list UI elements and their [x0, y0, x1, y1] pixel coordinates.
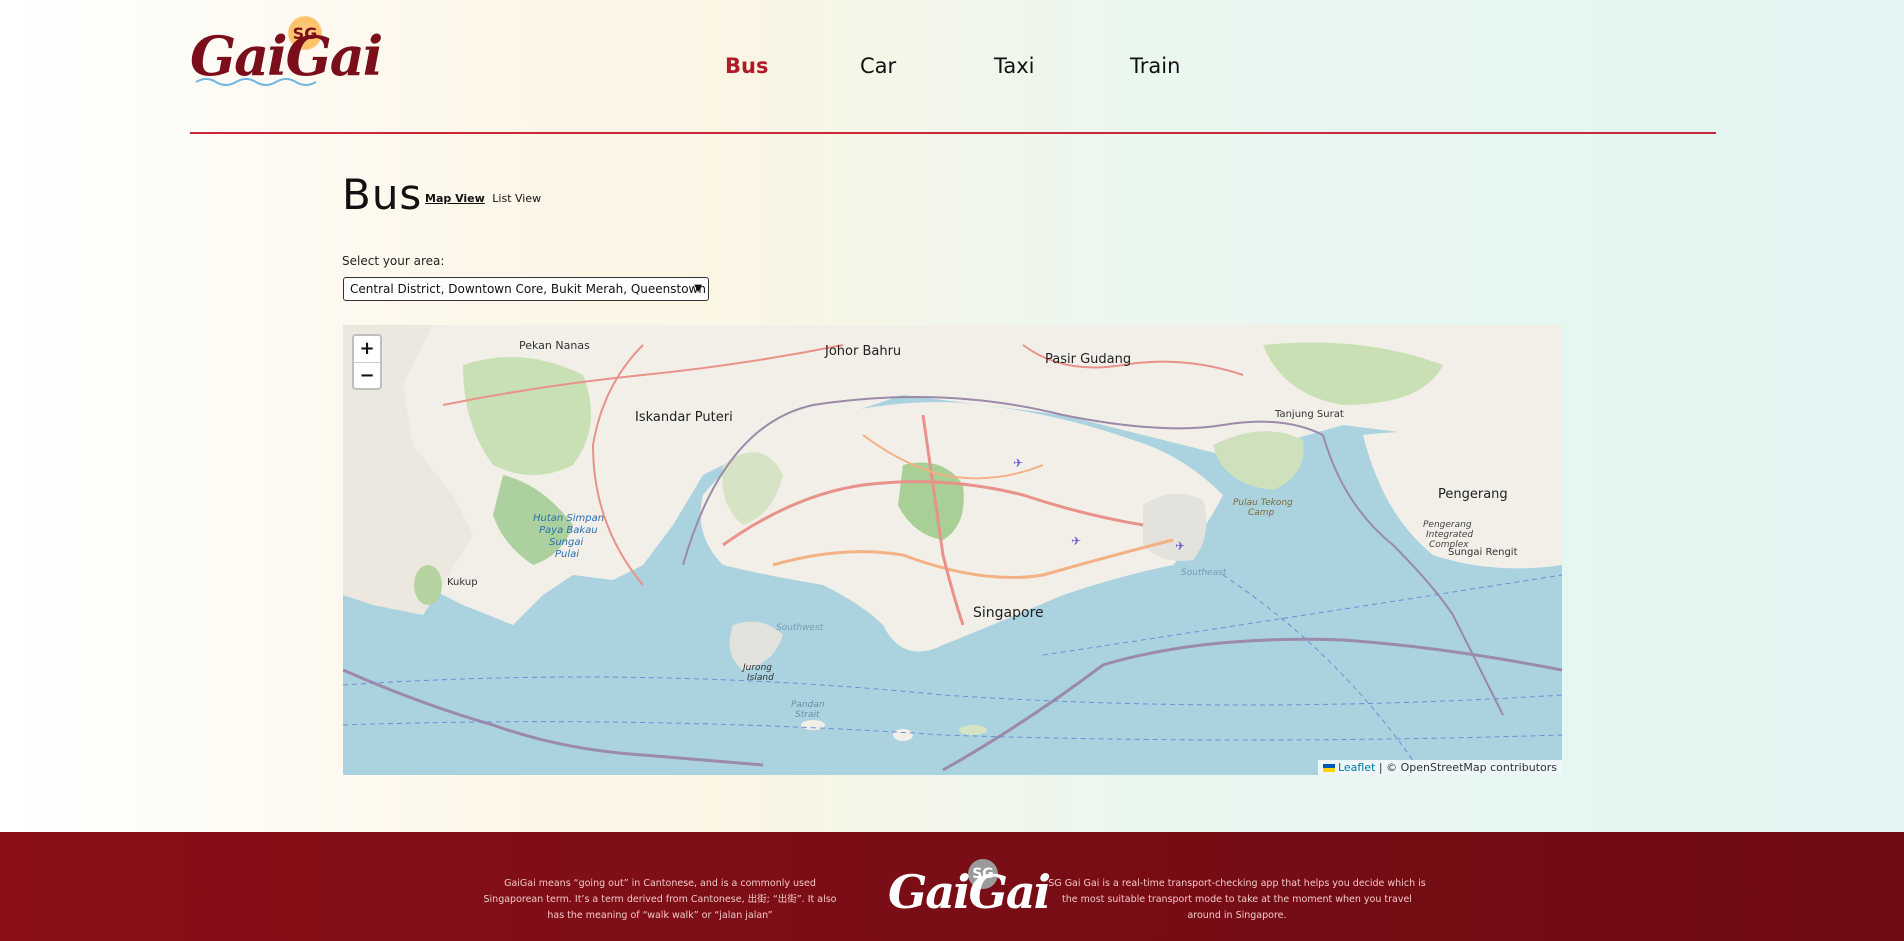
- zoom-in-button[interactable]: +: [354, 336, 380, 362]
- nav-item-car[interactable]: Car: [860, 54, 896, 78]
- area-select-value: Central District, Downtown Core, Bukit M…: [350, 282, 706, 296]
- leaflet-link[interactable]: Leaflet: [1338, 761, 1375, 774]
- footer-logo-wordmark: GaiGai: [888, 865, 1051, 919]
- list-view-link[interactable]: List View: [492, 192, 541, 205]
- svg-text:Pengerang: Pengerang: [1423, 520, 1472, 530]
- view-toggle: Map View List View: [425, 192, 545, 205]
- main-nav: Bus Car Taxi Train: [0, 54, 1904, 90]
- svg-text:✈: ✈: [1013, 456, 1023, 470]
- footer-description-text: SG Gai Gai is a real-time transport-chec…: [1048, 878, 1426, 921]
- zoom-control: + −: [352, 334, 382, 390]
- bus-map[interactable]: Johor Bahru Pasir Gudang Iskandar Puteri…: [343, 325, 1562, 775]
- svg-text:Pekan Nanas: Pekan Nanas: [519, 339, 590, 352]
- svg-text:Jurong: Jurong: [741, 663, 772, 673]
- map-view-link[interactable]: Map View: [425, 192, 485, 205]
- svg-text:Pandan: Pandan: [791, 700, 825, 710]
- zoom-out-button[interactable]: −: [354, 362, 380, 388]
- area-select-label: Select your area:: [342, 254, 445, 268]
- svg-text:Island: Island: [747, 673, 774, 683]
- svg-text:Kukup: Kukup: [447, 577, 478, 588]
- svg-text:Singapore: Singapore: [973, 605, 1044, 621]
- attribution-text: | © OpenStreetMap contributors: [1375, 761, 1557, 774]
- site-header: SG GaiGai Bus Car Taxi Train: [0, 0, 1904, 134]
- footer-about-text: GaiGai means “going out” in Cantonese, a…: [483, 878, 837, 921]
- chevron-down-icon: ▼: [694, 283, 702, 294]
- area-select[interactable]: Central District, Downtown Core, Bukit M…: [343, 277, 709, 301]
- svg-text:✈: ✈: [1175, 539, 1185, 553]
- svg-text:Pulau Tekong: Pulau Tekong: [1233, 498, 1293, 508]
- map-tiles: Johor Bahru Pasir Gudang Iskandar Puteri…: [343, 325, 1562, 775]
- svg-text:Camp: Camp: [1248, 508, 1275, 518]
- svg-text:Pengerang: Pengerang: [1438, 487, 1508, 502]
- svg-text:Southwest: Southwest: [776, 623, 824, 633]
- svg-text:Strait: Strait: [795, 710, 820, 720]
- page-title: Bus: [342, 170, 423, 219]
- svg-text:Pulai: Pulai: [555, 549, 579, 560]
- map-attribution: Leaflet | © OpenStreetMap contributors: [1317, 760, 1562, 775]
- svg-text:Integrated: Integrated: [1426, 530, 1473, 540]
- nav-item-taxi[interactable]: Taxi: [994, 54, 1034, 78]
- site-footer: GaiGai means “going out” in Cantonese, a…: [0, 832, 1904, 941]
- svg-text:Hutan Simpan: Hutan Simpan: [533, 513, 604, 524]
- footer-logo[interactable]: SG GaiGai: [888, 859, 1051, 927]
- nav-item-bus[interactable]: Bus: [725, 54, 768, 78]
- ukraine-flag-icon: [1322, 764, 1335, 772]
- svg-text:Pasir Gudang: Pasir Gudang: [1045, 352, 1131, 367]
- svg-text:Iskandar Puteri: Iskandar Puteri: [635, 410, 733, 425]
- svg-text:✈: ✈: [1071, 534, 1081, 548]
- svg-text:Sungai: Sungai: [549, 537, 583, 548]
- svg-text:Tanjung Surat: Tanjung Surat: [1274, 409, 1344, 420]
- svg-text:Paya Bakau: Paya Bakau: [539, 525, 598, 536]
- map-label-johor-bahru: Johor Bahru: [824, 344, 901, 359]
- header-divider: [190, 132, 1716, 134]
- nav-item-train[interactable]: Train: [1130, 54, 1180, 78]
- svg-text:Southeast: Southeast: [1181, 568, 1227, 578]
- svg-text:Complex: Complex: [1429, 540, 1469, 550]
